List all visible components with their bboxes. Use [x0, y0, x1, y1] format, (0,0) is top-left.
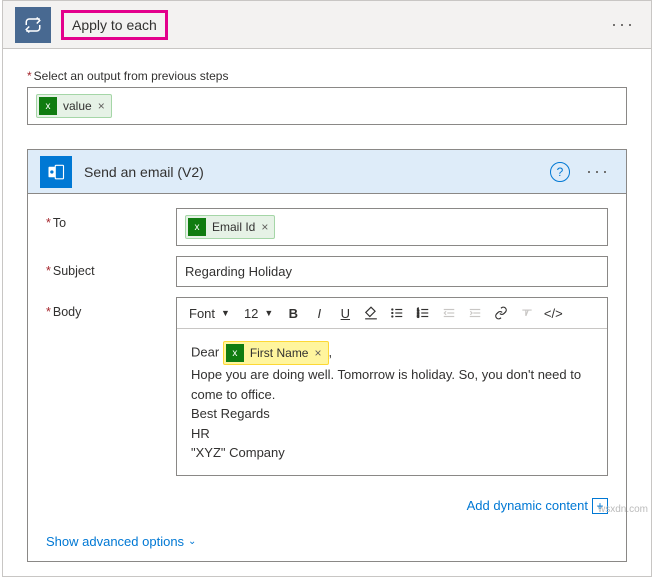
email-id-token[interactable]: x Email Id ×	[185, 215, 275, 239]
advanced-row: Show advanced options ⌄	[28, 526, 626, 561]
dynamic-content-row: Add dynamic content +	[28, 490, 626, 526]
body-textarea[interactable]: Dear x First Name × , Hope you are doing…	[177, 329, 607, 475]
code-view-button[interactable]: </>	[541, 301, 565, 325]
email-card-header[interactable]: Send an email (V2) ? ···	[28, 150, 626, 194]
help-icon[interactable]: ?	[550, 162, 570, 182]
greeting-comma: ,	[329, 344, 333, 359]
body-line: Best Regards	[191, 404, 593, 424]
show-advanced-link[interactable]: Show advanced options ⌄	[46, 534, 196, 549]
number-list-button[interactable]: 123	[411, 301, 435, 325]
link-button[interactable]	[489, 301, 513, 325]
to-label: To	[46, 208, 176, 230]
email-form: To x Email Id × Subject	[28, 194, 626, 490]
color-button[interactable]	[359, 301, 383, 325]
font-select[interactable]: Font▼	[183, 304, 236, 323]
subject-input[interactable]	[176, 256, 608, 287]
excel-icon: x	[188, 218, 206, 236]
watermark: wsxdn.com	[598, 504, 648, 515]
body-line: Hope you are doing well. Tomorrow is hol…	[191, 365, 593, 404]
editor-toolbar: Font▼ 12▼ B I U	[177, 298, 607, 329]
card-header[interactable]: Apply to each ···	[3, 1, 651, 49]
send-email-card: Send an email (V2) ? ··· To x Email Id ×	[27, 149, 627, 562]
bullet-list-button[interactable]	[385, 301, 409, 325]
outdent-button	[437, 301, 461, 325]
token-label: First Name	[250, 344, 309, 362]
excel-icon: x	[226, 344, 244, 362]
apply-to-each-card: Apply to each ··· Select an output from …	[2, 0, 652, 577]
card-body: Select an output from previous steps x v…	[3, 49, 651, 576]
outlook-icon	[40, 156, 72, 188]
excel-icon: x	[39, 97, 57, 115]
chevron-down-icon: ⌄	[188, 536, 196, 547]
to-input[interactable]: x Email Id ×	[176, 208, 608, 246]
card-menu-button[interactable]: ···	[607, 14, 639, 35]
body-line: HR	[191, 424, 593, 444]
subject-label: Subject	[46, 256, 176, 278]
bold-button[interactable]: B	[281, 301, 305, 325]
remove-token-button[interactable]: ×	[261, 220, 268, 234]
italic-button[interactable]: I	[307, 301, 331, 325]
loop-icon	[15, 7, 51, 43]
remove-token-button[interactable]: ×	[98, 99, 105, 113]
token-label: Email Id	[212, 220, 255, 234]
add-dynamic-content-link[interactable]: Add dynamic content +	[467, 498, 608, 514]
remove-token-button[interactable]: ×	[314, 344, 321, 362]
size-select[interactable]: 12▼	[238, 304, 279, 323]
token-label: value	[63, 99, 92, 113]
greeting-text: Dear	[191, 344, 219, 359]
body-label: Body	[46, 297, 176, 319]
email-menu-button[interactable]: ···	[582, 161, 614, 182]
email-card-title: Send an email (V2)	[84, 164, 204, 180]
underline-button[interactable]: U	[333, 301, 357, 325]
clear-format-button	[515, 301, 539, 325]
svg-text:3: 3	[417, 315, 419, 319]
output-label: Select an output from previous steps	[27, 69, 627, 83]
card-title: Apply to each	[61, 10, 168, 40]
first-name-token[interactable]: x First Name ×	[223, 341, 329, 365]
body-line: "XYZ" Company	[191, 443, 593, 463]
value-token[interactable]: x value ×	[36, 94, 112, 118]
indent-button	[463, 301, 487, 325]
body-editor: Font▼ 12▼ B I U	[176, 297, 608, 476]
output-input[interactable]: x value ×	[27, 87, 627, 125]
